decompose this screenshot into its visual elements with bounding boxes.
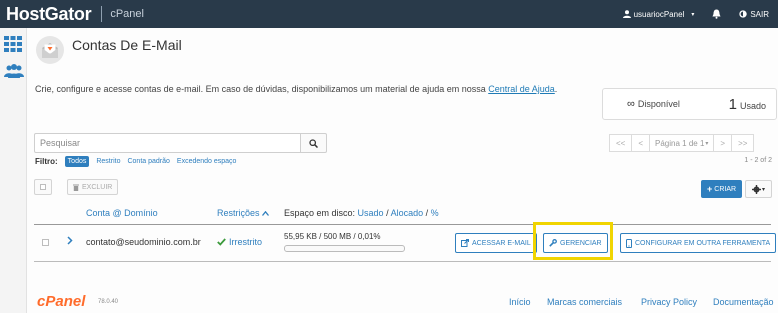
sort-up-icon: [261, 210, 269, 216]
logout-icon: [739, 10, 748, 18]
delete-button[interactable]: EXCLUIR: [67, 179, 119, 195]
top-navbar: HostGator cPanel usuariocPanel ▾ SAIR: [0, 0, 778, 28]
hostgator-logo[interactable]: HostGator: [6, 4, 92, 25]
row-status: Irrestrito: [217, 237, 262, 247]
disk-sep-1: /: [383, 208, 391, 218]
sidebar: [0, 28, 27, 313]
chevron-right-icon[interactable]: [67, 236, 73, 245]
user-icon: [622, 10, 631, 18]
create-label: CRIAR: [714, 185, 737, 193]
column-restrictions-label: Restrições: [217, 208, 260, 218]
caret-down-icon: ▾: [691, 11, 695, 18]
footer: cPanel 78.0.40 Início Marcas comerciais …: [27, 288, 778, 313]
column-restrictions[interactable]: Restrições: [217, 208, 269, 218]
checkbox-box: [40, 184, 46, 190]
gear-icon: [751, 184, 761, 194]
used-value: 1: [728, 95, 737, 113]
available-label: Disponível: [637, 99, 680, 109]
sort-used-link[interactable]: Usado: [358, 208, 384, 218]
table-row: contato@seudominio.com.br Irrestrito 55,…: [34, 226, 777, 262]
disk-prefix: Espaço em disco:: [284, 208, 358, 218]
filter-default-account[interactable]: Conta padrão: [127, 158, 169, 165]
version-label: 78.0.40: [98, 299, 119, 305]
brand-divider: [101, 6, 103, 22]
highlight-box: [533, 222, 613, 260]
row-checkbox[interactable]: [42, 239, 49, 246]
check-icon: [217, 238, 226, 246]
bell-icon: [712, 9, 721, 19]
help-center-link[interactable]: Central de Ajuda: [488, 84, 555, 94]
stats-panel: ∞ Disponível 1 Usado: [602, 88, 777, 120]
settings-button[interactable]: ▾: [745, 180, 772, 198]
user-menu[interactable]: usuariocPanel ▾: [614, 0, 704, 28]
access-email-button[interactable]: ACESSAR E-MAIL: [455, 233, 537, 253]
disk-sep-2: /: [423, 208, 431, 218]
select-all-checkbox[interactable]: [34, 179, 52, 195]
filter-over-quota[interactable]: Excedendo espaço: [177, 158, 237, 165]
disk-usage-bar: [284, 245, 405, 252]
intro-text: Crie, configure e acesse contas de e-mai…: [35, 84, 557, 94]
caret-down-icon: ▾: [705, 140, 709, 147]
create-button[interactable]: + CRIAR: [701, 180, 743, 198]
filter-bar: Filtro: Todos Restrito Conta padrão Exce…: [35, 156, 236, 167]
available-value: ∞: [627, 98, 635, 110]
logout-label: SAIR: [750, 9, 769, 19]
filter-all[interactable]: Todos: [64, 156, 90, 167]
logout-button[interactable]: SAIR: [730, 0, 778, 28]
result-count: 1 - 2 of 2: [744, 157, 772, 164]
used-label: Usado: [739, 100, 766, 111]
row-email: contato@seudominio.com.br: [86, 237, 201, 247]
first-page-button[interactable]: <<: [609, 134, 633, 152]
search-icon: [309, 138, 318, 148]
external-link-icon: [461, 239, 469, 247]
prev-page-button[interactable]: <: [631, 134, 651, 152]
email-accounts-icon: [36, 36, 64, 64]
footer-link-home[interactable]: Início: [509, 297, 531, 307]
page-select[interactable]: Página 1 de 1 ▾: [649, 134, 715, 152]
column-account[interactable]: Conta @ Domínio: [86, 208, 158, 218]
footer-link-docs[interactable]: Documentação: [713, 297, 774, 307]
main-content: Contas De E-Mail Crie, configure e acess…: [27, 28, 778, 313]
mobile-icon: [626, 238, 632, 248]
cpanel-logo[interactable]: cPanel: [37, 293, 85, 310]
page-label: Página 1 de 1: [655, 138, 705, 148]
intro-body: Crie, configure e acesse contas de e-mai…: [35, 84, 489, 94]
plus-icon: +: [707, 184, 713, 194]
used-stat: 1 Usado: [729, 96, 766, 113]
pagination: << < Página 1 de 1 ▾ > >>: [609, 134, 755, 152]
delete-label: EXCLUIR: [82, 183, 113, 191]
row-disk-usage: 55,95 KB / 500 MB / 0,01%: [284, 232, 381, 241]
access-email-label: ACESSAR E-MAIL: [472, 239, 531, 247]
page-title: Contas De E-Mail: [72, 37, 182, 53]
configure-other-tool-button[interactable]: CONFIGURAR EM OUTRA FERRAMENTA: [620, 233, 777, 253]
caret-down-icon: ▾: [761, 186, 765, 193]
filter-label: Filtro:: [35, 157, 58, 166]
search-button[interactable]: [301, 133, 327, 153]
notifications-button[interactable]: [703, 0, 730, 28]
last-page-button[interactable]: >>: [731, 134, 755, 152]
cpanel-product-label: cPanel: [110, 8, 144, 20]
trash-icon: [73, 184, 79, 191]
sort-percent-link[interactable]: %: [431, 208, 439, 218]
available-stat: ∞ Disponível: [627, 98, 680, 110]
username-label: usuariocPanel: [633, 9, 685, 19]
configure-other-tool-label: CONFIGURAR EM OUTRA FERRAMENTA: [635, 239, 771, 247]
row-status-label: Irrestrito: [229, 237, 263, 247]
search-input[interactable]: [34, 133, 301, 153]
grid-icon[interactable]: [4, 36, 22, 52]
users-icon[interactable]: [4, 64, 24, 78]
footer-link-privacy[interactable]: Privacy Policy: [641, 297, 697, 307]
footer-link-trademarks[interactable]: Marcas comerciais: [547, 297, 622, 307]
next-page-button[interactable]: >: [713, 134, 733, 152]
column-disk-space: Espaço em disco: Usado / Alocado / %: [284, 208, 439, 218]
brand[interactable]: HostGator cPanel: [0, 0, 144, 28]
intro-end: .: [554, 84, 558, 94]
sort-allocated-link[interactable]: Alocado: [391, 208, 424, 218]
table-header: Conta @ Domínio Restrições Espaço em dis…: [34, 205, 771, 225]
filter-restricted[interactable]: Restrito: [96, 158, 120, 165]
